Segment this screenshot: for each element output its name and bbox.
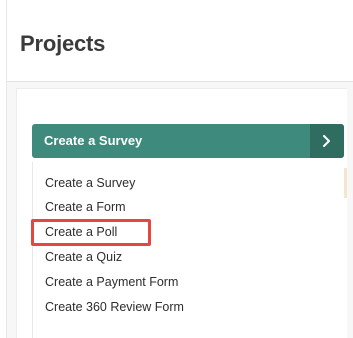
page-header: Projects [7,0,353,82]
create-type-toggle[interactable] [310,124,344,158]
menu-item-create-quiz[interactable]: Create a Quiz [45,250,122,264]
page-title: Projects [20,31,106,56]
create-survey-button-label: Create a Survey [44,133,143,148]
chevron-right-icon [323,135,330,147]
menu-item-create-payment-form[interactable]: Create a Payment Form [45,275,178,289]
create-survey-button[interactable]: Create a Survey [32,124,344,158]
create-type-menu: Create a Survey Create a Form Create a P… [32,162,344,338]
menu-item-create-poll[interactable]: Create a Poll [45,225,117,239]
menu-item-create-360-review-form[interactable]: Create 360 Review Form [45,300,184,314]
menu-item-create-form[interactable]: Create a Form [45,200,126,214]
menu-item-create-survey[interactable]: Create a Survey [45,176,135,190]
